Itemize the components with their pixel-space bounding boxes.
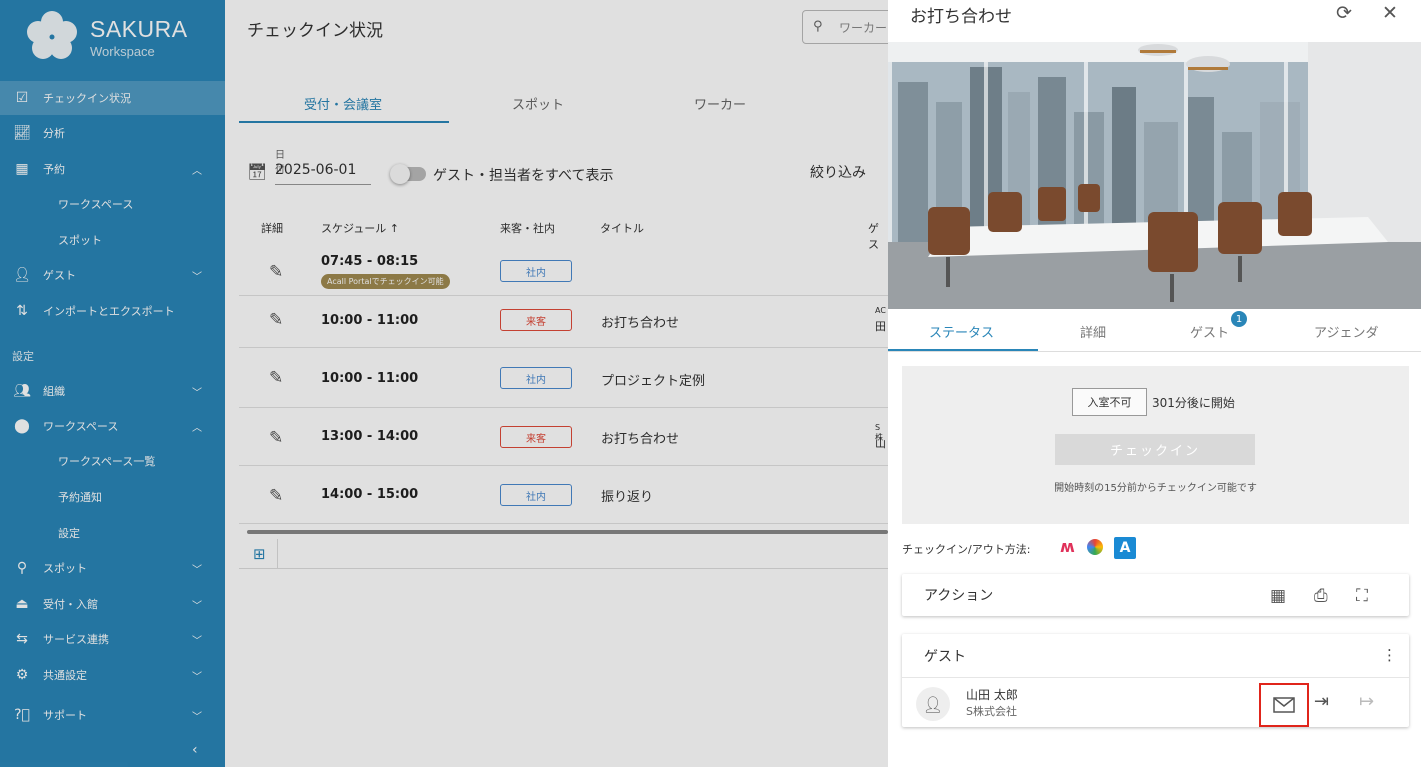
action-title: アクション	[924, 588, 994, 604]
google-logo-icon	[1087, 539, 1103, 555]
guest-row[interactable]: 👤︎ 山田 太郎 S株式会社 ⇥ ↦	[902, 677, 1409, 727]
guest-company: S株式会社	[966, 705, 1017, 718]
tab-guest[interactable]: ゲスト	[1190, 322, 1229, 341]
more-options-icon[interactable]: ⋮	[1382, 646, 1397, 664]
tab-agenda[interactable]: アジェンダ	[1314, 322, 1378, 341]
mail-icon	[1273, 697, 1295, 713]
panel-tabs: ステータス 詳細 ゲスト アジェンダ	[888, 310, 1421, 352]
checkin-button[interactable]: チェックイン	[1055, 434, 1255, 465]
guest-count-badge: 1	[1231, 311, 1247, 327]
detail-panel: お打ち合わせ ⟳ ✕ ステータス 詳細 ゲスト アジェンダ 1 入室不可 301…	[888, 0, 1421, 767]
qr-code-icon[interactable]: ▦	[1270, 586, 1286, 606]
acall-logo-icon: ʍ	[1060, 537, 1075, 556]
app-a-logo-icon: A	[1114, 537, 1136, 559]
checkin-method-label: チェックイン/アウト方法:	[902, 543, 1031, 556]
modal-backdrop[interactable]	[0, 0, 888, 767]
meeting-room-illustration	[888, 42, 1421, 309]
entry-status-badge: 入室不可	[1072, 388, 1147, 416]
print-icon[interactable]: ⎙	[1314, 586, 1328, 606]
checkin-guest-icon[interactable]: ⇥	[1314, 691, 1329, 712]
action-card: アクション ▦ ⎙ ⛶	[902, 574, 1409, 616]
guest-card-title: ゲスト	[924, 649, 966, 665]
scan-icon[interactable]: ⛶	[1356, 586, 1368, 606]
start-time-text: 301分後に開始	[1152, 396, 1235, 410]
send-mail-button[interactable]	[1259, 683, 1309, 727]
checkin-hint: 開始時刻の15分前からチェックイン可能です	[1054, 483, 1257, 494]
tab-status[interactable]: ステータス	[929, 322, 994, 341]
room-photo	[888, 42, 1421, 309]
status-box: 入室不可 301分後に開始 チェックイン 開始時刻の15分前からチェックイン可能…	[902, 366, 1409, 524]
active-tab-indicator	[888, 349, 1038, 351]
panel-title: お打ち合わせ	[910, 7, 1012, 27]
avatar: 👤︎	[916, 687, 950, 721]
checkout-guest-icon[interactable]: ↦	[1359, 691, 1374, 712]
guest-card: ゲスト ⋮ 👤︎ 山田 太郎 S株式会社 ⇥ ↦	[902, 634, 1409, 727]
refresh-icon[interactable]: ⟳	[1336, 2, 1352, 24]
close-icon[interactable]: ✕	[1382, 2, 1398, 24]
guest-name: 山田 太郎	[966, 688, 1018, 702]
tab-detail[interactable]: 詳細	[1080, 322, 1106, 341]
